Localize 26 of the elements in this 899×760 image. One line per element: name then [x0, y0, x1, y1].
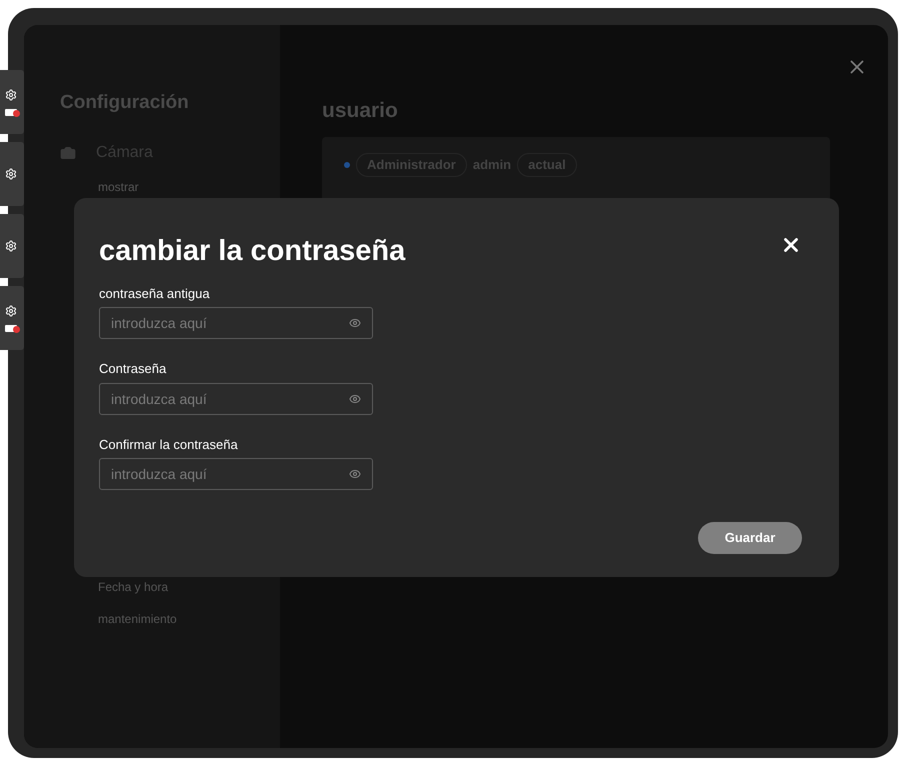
- gear-icon: [5, 304, 17, 316]
- page-title: usuario: [322, 98, 399, 124]
- eye-icon[interactable]: [349, 317, 361, 329]
- alert-icon: [5, 324, 17, 332]
- side-tab[interactable]: [0, 70, 24, 134]
- password-field[interactable]: introduzca aquí: [99, 307, 373, 339]
- password-field[interactable]: introduzca aquí: [99, 458, 373, 490]
- field-label: Confirmar la contraseña: [99, 436, 239, 454]
- gear-icon: [5, 88, 17, 100]
- sidebar-item[interactable]: mantenimiento: [98, 610, 280, 630]
- camera-icon: [60, 144, 76, 160]
- alert-icon: [5, 108, 17, 116]
- gear-icon: [5, 240, 17, 252]
- sidebar-item[interactable]: mostrar: [98, 178, 280, 198]
- sidebar-item[interactable]: Fecha y hora: [98, 578, 280, 598]
- gear-icon: [5, 168, 17, 180]
- password-field[interactable]: introduzca aquí: [99, 382, 373, 414]
- side-tab[interactable]: [0, 286, 24, 350]
- eye-icon[interactable]: [349, 468, 361, 480]
- field-label: contraseña antigua: [99, 284, 211, 303]
- side-tab[interactable]: [0, 214, 24, 278]
- dialog-title: cambiar la contraseña: [99, 234, 406, 269]
- save-button[interactable]: Guardar: [698, 522, 802, 554]
- field-label: Contraseña: [99, 360, 168, 378]
- eye-icon[interactable]: [349, 392, 361, 404]
- side-tab[interactable]: [0, 142, 24, 206]
